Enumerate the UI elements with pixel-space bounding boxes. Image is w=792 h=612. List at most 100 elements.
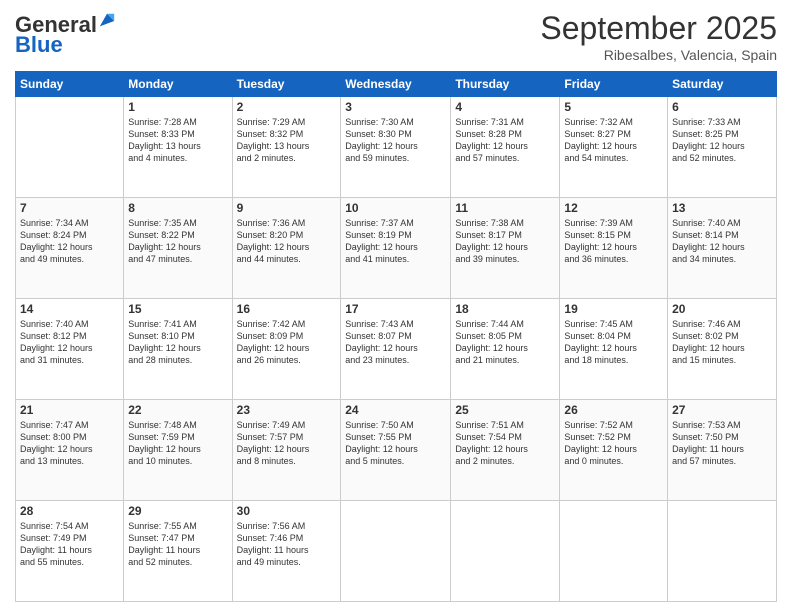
day-content: Sunrise: 7:50 AM Sunset: 7:55 PM Dayligh… bbox=[345, 419, 446, 468]
header-cell-monday: Monday bbox=[124, 72, 232, 97]
day-number: 4 bbox=[455, 100, 555, 114]
day-content: Sunrise: 7:40 AM Sunset: 8:12 PM Dayligh… bbox=[20, 318, 119, 367]
day-number: 5 bbox=[564, 100, 663, 114]
day-number: 20 bbox=[672, 302, 772, 316]
calendar-cell bbox=[668, 501, 777, 602]
day-number: 29 bbox=[128, 504, 227, 518]
calendar-week-1: 1 Sunrise: 7:28 AM Sunset: 8:33 PM Daylig… bbox=[16, 97, 777, 198]
day-number: 21 bbox=[20, 403, 119, 417]
day-content: Sunrise: 7:46 AM Sunset: 8:02 PM Dayligh… bbox=[672, 318, 772, 367]
calendar-week-2: 7Sunrise: 7:34 AM Sunset: 8:24 PM Daylig… bbox=[16, 198, 777, 299]
day-content: Sunrise: 7:54 AM Sunset: 7:49 PM Dayligh… bbox=[20, 520, 119, 569]
calendar-cell: 12 Sunrise: 7:39 AM Sunset: 8:15 PM Dayli… bbox=[560, 198, 668, 299]
month-title: September 2025 bbox=[540, 10, 777, 47]
calendar-week-5: 28Sunrise: 7:54 AM Sunset: 7:49 PM Dayli… bbox=[16, 501, 777, 602]
calendar-cell: 19 Sunrise: 7:45 AM Sunset: 8:04 PM Dayli… bbox=[560, 299, 668, 400]
header: General Blue September 2025 Ribesalbes, … bbox=[15, 10, 777, 63]
day-content: Sunrise: 7:37 AM Sunset: 8:19 PM Dayligh… bbox=[345, 217, 446, 266]
day-content: Sunrise: 7:49 AM Sunset: 7:57 PM Dayligh… bbox=[237, 419, 337, 468]
day-content: Sunrise: 7:45 AM Sunset: 8:04 PM Dayligh… bbox=[564, 318, 663, 367]
day-content: Sunrise: 7:52 AM Sunset: 7:52 PM Dayligh… bbox=[564, 419, 663, 468]
day-content: Sunrise: 7:47 AM Sunset: 8:00 PM Dayligh… bbox=[20, 419, 119, 468]
day-content: Sunrise: 7:55 AM Sunset: 7:47 PM Dayligh… bbox=[128, 520, 227, 569]
calendar-cell: 25 Sunrise: 7:51 AM Sunset: 7:54 PM Dayli… bbox=[451, 400, 560, 501]
day-number: 25 bbox=[455, 403, 555, 417]
calendar-cell: 18Sunrise: 7:44 AM Sunset: 8:05 PM Dayli… bbox=[451, 299, 560, 400]
day-number: 6 bbox=[672, 100, 772, 114]
calendar-cell bbox=[451, 501, 560, 602]
calendar-cell: 21 Sunrise: 7:47 AM Sunset: 8:00 PM Dayli… bbox=[16, 400, 124, 501]
calendar-cell: 16 Sunrise: 7:42 AM Sunset: 8:09 PM Dayli… bbox=[232, 299, 341, 400]
day-number: 1 bbox=[128, 100, 227, 114]
header-cell-tuesday: Tuesday bbox=[232, 72, 341, 97]
day-content: Sunrise: 7:41 AM Sunset: 8:10 PM Dayligh… bbox=[128, 318, 227, 367]
calendar-cell: 2 Sunrise: 7:29 AM Sunset: 8:32 PM Daylig… bbox=[232, 97, 341, 198]
calendar-cell: 1 Sunrise: 7:28 AM Sunset: 8:33 PM Daylig… bbox=[124, 97, 232, 198]
day-content: Sunrise: 7:35 AM Sunset: 8:22 PM Dayligh… bbox=[128, 217, 227, 266]
title-block: September 2025 Ribesalbes, Valencia, Spa… bbox=[540, 10, 777, 63]
day-content: Sunrise: 7:40 AM Sunset: 8:14 PM Dayligh… bbox=[672, 217, 772, 266]
calendar-cell bbox=[560, 501, 668, 602]
day-content: Sunrise: 7:31 AM Sunset: 8:28 PM Dayligh… bbox=[455, 116, 555, 165]
day-number: 19 bbox=[564, 302, 663, 316]
location: Ribesalbes, Valencia, Spain bbox=[540, 47, 777, 63]
calendar-cell bbox=[341, 501, 451, 602]
calendar-week-3: 14 Sunrise: 7:40 AM Sunset: 8:12 PM Dayli… bbox=[16, 299, 777, 400]
day-content: Sunrise: 7:43 AM Sunset: 8:07 PM Dayligh… bbox=[345, 318, 446, 367]
calendar-cell: 11Sunrise: 7:38 AM Sunset: 8:17 PM Dayli… bbox=[451, 198, 560, 299]
calendar-cell: 5 Sunrise: 7:32 AM Sunset: 8:27 PM Daylig… bbox=[560, 97, 668, 198]
calendar-cell: 13 Sunrise: 7:40 AM Sunset: 8:14 PM Dayli… bbox=[668, 198, 777, 299]
calendar-cell bbox=[16, 97, 124, 198]
day-number: 17 bbox=[345, 302, 446, 316]
calendar-cell: 20 Sunrise: 7:46 AM Sunset: 8:02 PM Dayli… bbox=[668, 299, 777, 400]
calendar-cell: 9 Sunrise: 7:36 AM Sunset: 8:20 PM Daylig… bbox=[232, 198, 341, 299]
logo-icon bbox=[98, 12, 116, 30]
calendar-cell: 15Sunrise: 7:41 AM Sunset: 8:10 PM Dayli… bbox=[124, 299, 232, 400]
calendar-table: SundayMondayTuesdayWednesdayThursdayFrid… bbox=[15, 71, 777, 602]
day-number: 10 bbox=[345, 201, 446, 215]
day-content: Sunrise: 7:39 AM Sunset: 8:15 PM Dayligh… bbox=[564, 217, 663, 266]
day-number: 3 bbox=[345, 100, 446, 114]
calendar-cell: 24Sunrise: 7:50 AM Sunset: 7:55 PM Dayli… bbox=[341, 400, 451, 501]
day-number: 7 bbox=[20, 201, 119, 215]
calendar-cell: 26 Sunrise: 7:52 AM Sunset: 7:52 PM Dayli… bbox=[560, 400, 668, 501]
calendar-week-4: 21 Sunrise: 7:47 AM Sunset: 8:00 PM Dayli… bbox=[16, 400, 777, 501]
day-content: Sunrise: 7:56 AM Sunset: 7:46 PM Dayligh… bbox=[237, 520, 337, 569]
day-number: 22 bbox=[128, 403, 227, 417]
day-number: 2 bbox=[237, 100, 337, 114]
day-content: Sunrise: 7:51 AM Sunset: 7:54 PM Dayligh… bbox=[455, 419, 555, 468]
header-cell-saturday: Saturday bbox=[668, 72, 777, 97]
day-content: Sunrise: 7:42 AM Sunset: 8:09 PM Dayligh… bbox=[237, 318, 337, 367]
logo-blue: Blue bbox=[15, 32, 63, 58]
day-content: Sunrise: 7:30 AM Sunset: 8:30 PM Dayligh… bbox=[345, 116, 446, 165]
day-number: 12 bbox=[564, 201, 663, 215]
day-number: 26 bbox=[564, 403, 663, 417]
day-content: Sunrise: 7:44 AM Sunset: 8:05 PM Dayligh… bbox=[455, 318, 555, 367]
calendar-cell: 6 Sunrise: 7:33 AM Sunset: 8:25 PM Daylig… bbox=[668, 97, 777, 198]
day-content: Sunrise: 7:32 AM Sunset: 8:27 PM Dayligh… bbox=[564, 116, 663, 165]
calendar-cell: 14 Sunrise: 7:40 AM Sunset: 8:12 PM Dayli… bbox=[16, 299, 124, 400]
header-cell-wednesday: Wednesday bbox=[341, 72, 451, 97]
calendar-body: 1 Sunrise: 7:28 AM Sunset: 8:33 PM Daylig… bbox=[16, 97, 777, 602]
calendar-cell: 28Sunrise: 7:54 AM Sunset: 7:49 PM Dayli… bbox=[16, 501, 124, 602]
day-number: 16 bbox=[237, 302, 337, 316]
day-number: 30 bbox=[237, 504, 337, 518]
day-content: Sunrise: 7:28 AM Sunset: 8:33 PM Dayligh… bbox=[128, 116, 227, 165]
calendar-cell: 4 Sunrise: 7:31 AM Sunset: 8:28 PM Daylig… bbox=[451, 97, 560, 198]
day-number: 14 bbox=[20, 302, 119, 316]
day-number: 27 bbox=[672, 403, 772, 417]
day-number: 9 bbox=[237, 201, 337, 215]
calendar-cell: 7Sunrise: 7:34 AM Sunset: 8:24 PM Daylig… bbox=[16, 198, 124, 299]
calendar-cell: 30 Sunrise: 7:56 AM Sunset: 7:46 PM Dayli… bbox=[232, 501, 341, 602]
day-content: Sunrise: 7:53 AM Sunset: 7:50 PM Dayligh… bbox=[672, 419, 772, 468]
calendar-cell: 8Sunrise: 7:35 AM Sunset: 8:22 PM Daylig… bbox=[124, 198, 232, 299]
calendar-cell: 27 Sunrise: 7:53 AM Sunset: 7:50 PM Dayli… bbox=[668, 400, 777, 501]
day-content: Sunrise: 7:33 AM Sunset: 8:25 PM Dayligh… bbox=[672, 116, 772, 165]
logo: General Blue bbox=[15, 14, 116, 58]
day-content: Sunrise: 7:36 AM Sunset: 8:20 PM Dayligh… bbox=[237, 217, 337, 266]
calendar-cell: 10 Sunrise: 7:37 AM Sunset: 8:19 PM Dayli… bbox=[341, 198, 451, 299]
calendar-cell: 29 Sunrise: 7:55 AM Sunset: 7:47 PM Dayli… bbox=[124, 501, 232, 602]
calendar-cell: 17 Sunrise: 7:43 AM Sunset: 8:07 PM Dayli… bbox=[341, 299, 451, 400]
day-number: 13 bbox=[672, 201, 772, 215]
day-content: Sunrise: 7:29 AM Sunset: 8:32 PM Dayligh… bbox=[237, 116, 337, 165]
